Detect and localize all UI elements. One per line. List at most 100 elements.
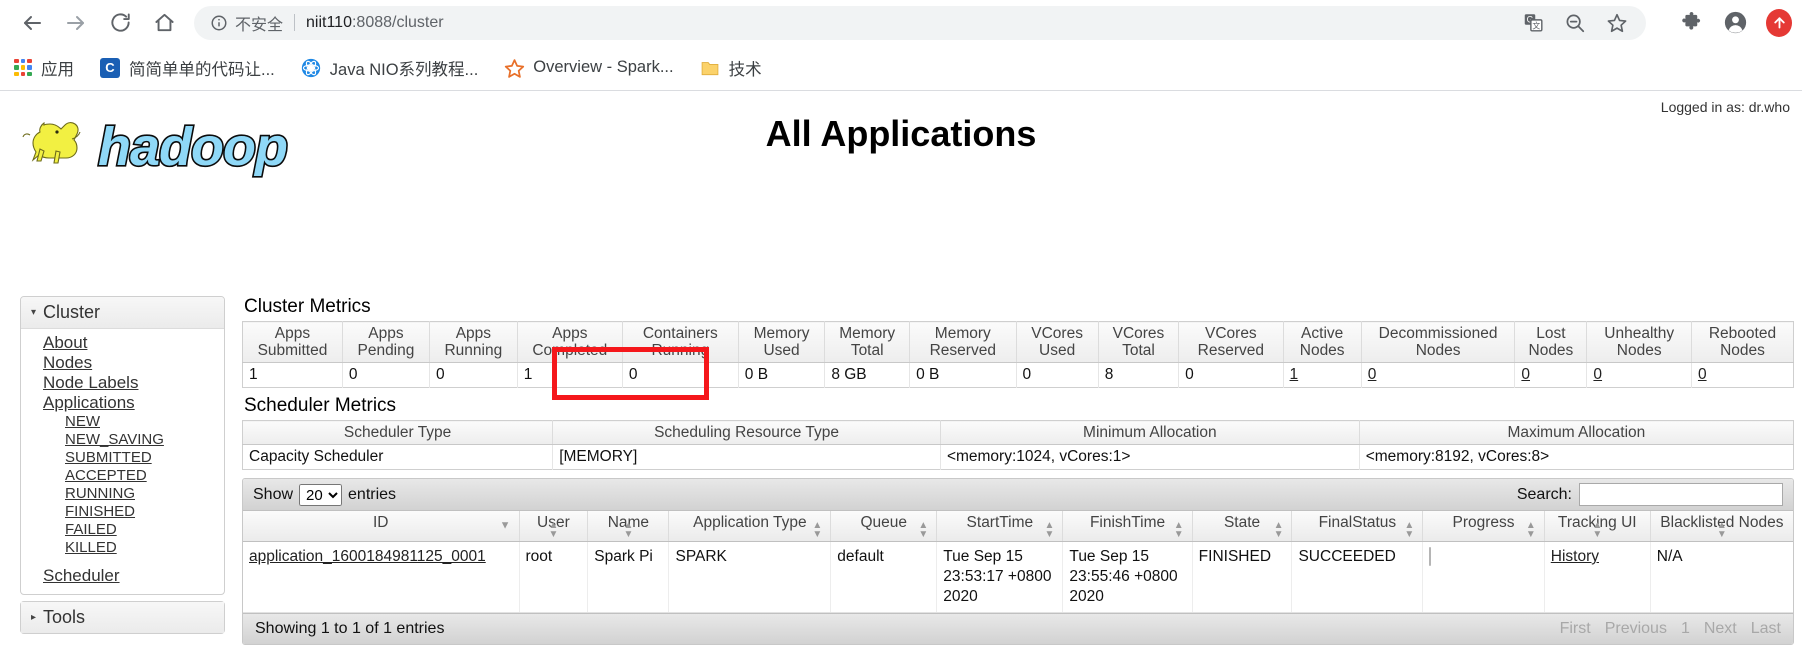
- bookmark-java-nio[interactable]: Java NIO系列教程...: [301, 56, 478, 80]
- sidebar-item-submitted[interactable]: SUBMITTED: [65, 449, 224, 467]
- th-apps-completed: Apps Completed: [517, 321, 623, 363]
- sidebar-cluster-links: About Nodes Node Labels Applications NEW…: [21, 329, 224, 586]
- bookmark-star-icon[interactable]: [1604, 10, 1630, 36]
- td-apps-running: 0: [429, 362, 518, 388]
- th-vcores-reserved: VCores Reserved: [1178, 321, 1284, 363]
- pager-first[interactable]: First: [1560, 620, 1591, 638]
- sidebar-item-scheduler[interactable]: Scheduler: [43, 566, 224, 586]
- th-tracking-ui[interactable]: Tracking UI ▲ ▼: [1544, 511, 1651, 542]
- th-finalstatus[interactable]: FinalStatus ▲ ▼: [1291, 511, 1424, 542]
- sidebar-item-failed[interactable]: FAILED: [65, 521, 224, 539]
- sidebar-item-applications[interactable]: Applications: [43, 393, 224, 413]
- sidebar-tools-header[interactable]: ▸ Tools: [21, 602, 224, 633]
- pager-page-1[interactable]: 1: [1681, 620, 1690, 638]
- rebooted-nodes-link[interactable]: 0: [1698, 366, 1707, 383]
- th-scheduler-type: Scheduler Type: [242, 420, 554, 445]
- omnibox-divider: [294, 14, 296, 31]
- sidebar-link-label: About: [43, 333, 88, 352]
- td-apps-pending: 0: [342, 362, 430, 388]
- th-application-type[interactable]: Application Type ▲ ▼: [668, 511, 832, 542]
- th-name[interactable]: Name ▲ ▼: [587, 511, 670, 542]
- url-host: niit110: [306, 13, 352, 31]
- th-id[interactable]: ID ▼: [243, 511, 520, 542]
- sidebar-item-finished[interactable]: FINISHED: [65, 503, 224, 521]
- bookmark-spark-overview[interactable]: Overview - Spark...: [504, 58, 674, 78]
- pager-next[interactable]: Next: [1704, 620, 1737, 638]
- sidebar-tools-block[interactable]: ▸ Tools: [20, 601, 225, 634]
- bookmark-csdn[interactable]: C 简简单单的代码让...: [100, 56, 275, 80]
- th-apps-submitted: Apps Submitted: [242, 321, 343, 363]
- page-length-select[interactable]: 20: [299, 483, 343, 506]
- browser-chrome: 不安全 niit110:8088/cluster G 文 应用 C 简简单单的代…: [0, 0, 1802, 91]
- th-finishtime[interactable]: FinishTime ▲ ▼: [1062, 511, 1193, 542]
- td-lost-nodes: 0: [1514, 362, 1588, 388]
- decommissioned-nodes-link[interactable]: 0: [1368, 366, 1377, 383]
- scheduler-metrics-header-row: Scheduler Type Scheduling Resource Type …: [242, 420, 1794, 445]
- pager-last[interactable]: Last: [1751, 620, 1781, 638]
- sidebar-item-accepted[interactable]: ACCEPTED: [65, 467, 224, 485]
- omnibox-actions: G 文: [1504, 10, 1630, 36]
- sidebar-item-killed[interactable]: KILLED: [65, 539, 224, 557]
- cluster-metrics-table: Apps Submitted Apps Pending Apps Running…: [242, 321, 1794, 388]
- home-button[interactable]: [142, 1, 186, 45]
- zoom-out-icon[interactable]: [1562, 10, 1588, 36]
- th-blacklisted-nodes[interactable]: Blacklisted Nodes ▲ ▼: [1650, 511, 1793, 542]
- table-row[interactable]: application_1600184981125_0001 root Spar…: [243, 541, 1793, 613]
- datatable-toolbar: Show 20 entries Search:: [243, 479, 1793, 511]
- sidebar-item-nodes[interactable]: Nodes: [43, 353, 224, 373]
- lost-nodes-link[interactable]: 0: [1521, 366, 1530, 383]
- th-queue[interactable]: Queue ▲ ▼: [830, 511, 938, 542]
- th-state[interactable]: State ▲ ▼: [1192, 511, 1293, 542]
- sidebar-link-label: ACCEPTED: [65, 467, 147, 484]
- sort-both-icon: ▲ ▼: [1044, 520, 1055, 540]
- application-id-link[interactable]: application_1600184981125_0001: [249, 548, 486, 565]
- unhealthy-nodes-link[interactable]: 0: [1593, 366, 1602, 383]
- sidebar-app-state-list: NEW NEW_SAVING SUBMITTED ACCEPTED RUNNIN…: [43, 413, 224, 557]
- tracking-ui-link[interactable]: History: [1551, 548, 1599, 565]
- bookmark-folder-tech[interactable]: 技术: [700, 56, 762, 80]
- sidebar-cluster-header[interactable]: ▾ Cluster: [21, 297, 224, 329]
- sidebar-item-about[interactable]: About: [43, 333, 224, 353]
- translate-icon[interactable]: G 文: [1520, 10, 1546, 36]
- back-button[interactable]: [10, 1, 54, 45]
- th-memory-total: Memory Total: [824, 321, 911, 363]
- sort-both-icon: ▲ ▼: [918, 520, 929, 540]
- sidebar-item-new[interactable]: NEW: [65, 413, 224, 431]
- extensions-icon[interactable]: [1678, 10, 1704, 36]
- th-progress[interactable]: Progress ▲ ▼: [1422, 511, 1545, 542]
- security-label: 不安全: [235, 16, 284, 34]
- sidebar-link-label: Scheduler: [43, 566, 120, 585]
- sidebar-item-new-saving[interactable]: NEW_SAVING: [65, 431, 224, 449]
- page-title: All Applications: [765, 113, 1037, 154]
- update-button[interactable]: [1766, 8, 1792, 37]
- search-input[interactable]: [1579, 483, 1783, 506]
- reload-button[interactable]: [98, 1, 142, 45]
- th-starttime[interactable]: StartTime ▲ ▼: [936, 511, 1064, 542]
- pager-previous[interactable]: Previous: [1605, 620, 1667, 638]
- profile-icon[interactable]: [1722, 10, 1748, 36]
- td-active-nodes: 1: [1283, 362, 1362, 388]
- address-bar[interactable]: 不安全 niit110:8088/cluster G 文: [194, 5, 1646, 40]
- th-queue-label: Queue: [860, 514, 908, 531]
- bookmark-label: 简简单单的代码让...: [129, 60, 275, 79]
- sidebar-item-running[interactable]: RUNNING: [65, 485, 224, 503]
- show-label: Show: [253, 485, 294, 503]
- td-minimum-allocation: <memory:1024, vCores:1>: [940, 444, 1360, 470]
- sidebar-item-node-labels[interactable]: Node Labels: [43, 373, 224, 393]
- progress-bar: [1429, 547, 1432, 566]
- td-decommissioned-nodes: 0: [1361, 362, 1516, 388]
- reload-icon: [110, 13, 130, 32]
- th-starttime-label: StartTime: [966, 514, 1034, 531]
- bookmark-apps[interactable]: 应用: [14, 56, 74, 80]
- td-containers-running: 0: [622, 362, 739, 388]
- td-vcores-used: 0: [1016, 362, 1099, 388]
- active-nodes-link[interactable]: 1: [1290, 366, 1299, 383]
- th-user[interactable]: User ▲ ▼: [519, 511, 589, 542]
- td-tracking-ui: History: [1544, 541, 1651, 613]
- th-application-type-label: Application Type: [693, 514, 807, 531]
- blue-gear-icon: [301, 58, 321, 78]
- td-vcores-reserved: 0: [1178, 362, 1284, 388]
- info-circle-icon: [211, 15, 227, 30]
- forward-button[interactable]: [54, 1, 98, 45]
- back-arrow-icon: [24, 15, 41, 30]
